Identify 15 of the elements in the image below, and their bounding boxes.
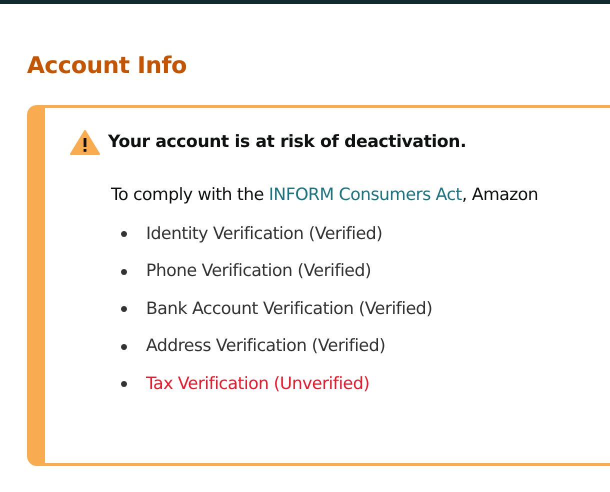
bullet-icon bbox=[121, 381, 127, 388]
act-link[interactable]: INFORM Consumers Act bbox=[268, 185, 462, 206]
bullet-icon bbox=[121, 344, 127, 350]
bullet-icon bbox=[121, 231, 127, 238]
verification-item: Bank Account Verification (Verified) bbox=[146, 298, 432, 321]
alert-title: Your account is at risk of deactivation. bbox=[108, 130, 466, 154]
verification-item: Identity Verification (Verified) bbox=[146, 222, 382, 246]
verification-item: Phone Verification (Verified) bbox=[146, 260, 372, 284]
verification-item: Address Verification (Verified) bbox=[146, 335, 386, 358]
bullet-icon bbox=[121, 268, 127, 275]
warning-icon bbox=[70, 130, 100, 155]
page-heading: Account Info bbox=[27, 53, 188, 81]
verification-item: Tax Verification (Unverified) bbox=[146, 372, 370, 396]
alert-message: To comply with the INFORM Consumers Act, Amazon bbox=[111, 184, 540, 208]
bullet-icon bbox=[121, 306, 127, 312]
